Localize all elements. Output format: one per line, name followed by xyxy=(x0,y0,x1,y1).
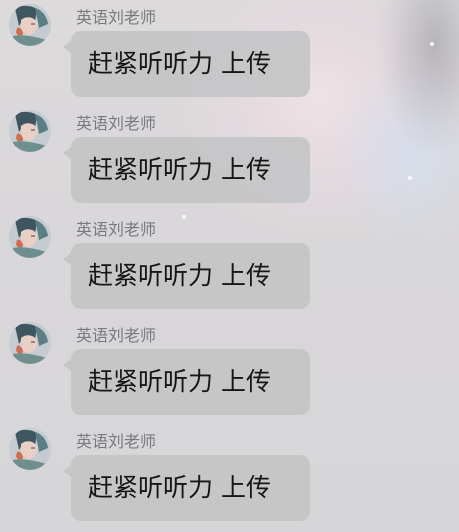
chat-message: 英语刘老师 赶紧听听力 上传 xyxy=(0,0,459,106)
message-bubble[interactable]: 赶紧听听力 上传 xyxy=(71,349,310,415)
sender-name: 英语刘老师 xyxy=(76,220,157,239)
message-bubble[interactable]: 赶紧听听力 上传 xyxy=(71,137,310,203)
message-bubble[interactable]: 赶紧听听力 上传 xyxy=(71,31,310,97)
avatar-image-icon xyxy=(9,4,51,46)
chat-message: 英语刘老师 赶紧听听力 上传 xyxy=(0,424,459,530)
chat-message: 英语刘老师 赶紧听听力 上传 xyxy=(0,106,459,212)
message-list[interactable]: 英语刘老师 赶紧听听力 上传 英语刘老师 赶紧听听力 上传 英语刘老师 赶紧听听… xyxy=(0,0,459,532)
sender-name: 英语刘老师 xyxy=(76,114,157,133)
avatar[interactable] xyxy=(9,110,51,152)
avatar-image-icon xyxy=(9,428,51,470)
chat-message: 英语刘老师 赶紧听听力 上传 xyxy=(0,212,459,318)
message-bubble[interactable]: 赶紧听听力 上传 xyxy=(71,243,310,309)
avatar[interactable] xyxy=(9,4,51,46)
chat-message: 英语刘老师 赶紧听听力 上传 xyxy=(0,318,459,424)
sender-name: 英语刘老师 xyxy=(76,326,157,345)
sender-name: 英语刘老师 xyxy=(76,432,157,451)
avatar-image-icon xyxy=(9,322,51,364)
avatar[interactable] xyxy=(9,216,51,258)
message-bubble[interactable]: 赶紧听听力 上传 xyxy=(71,455,310,521)
avatar-image-icon xyxy=(9,216,51,258)
sender-name: 英语刘老师 xyxy=(76,8,157,27)
avatar[interactable] xyxy=(9,322,51,364)
avatar-image-icon xyxy=(9,110,51,152)
avatar[interactable] xyxy=(9,428,51,470)
